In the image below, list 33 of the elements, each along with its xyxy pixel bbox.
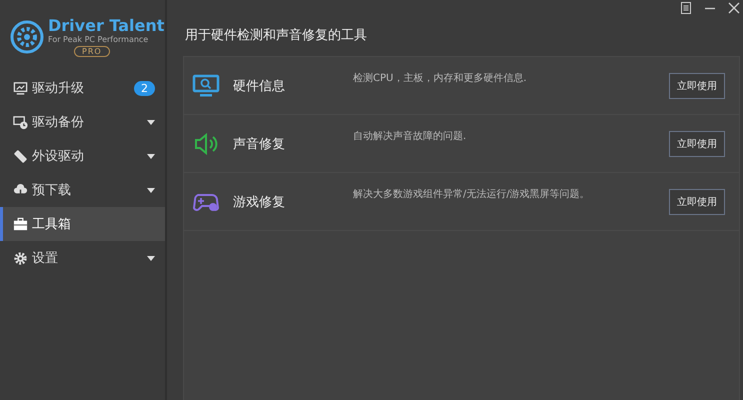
logo-title: Driver Talent [48, 17, 164, 35]
sidebar-item[interactable]: 驱动升级 2 [0, 71, 165, 105]
gear-logo-icon [10, 20, 44, 54]
menu-icon[interactable] [680, 2, 692, 14]
monitor-search-icon [192, 74, 220, 98]
sidebar-item[interactable]: 设置 [0, 241, 165, 275]
tool-description: 解决大多数游戏组件异常/无法运行/游戏黑屏等问题。 [353, 188, 591, 201]
tool-name: 游戏修复 [232, 194, 286, 210]
caret-icon[interactable] [147, 154, 155, 158]
use-now-button[interactable]: 立即使用 [669, 72, 725, 98]
use-now-button[interactable]: 立即使用 [669, 188, 725, 214]
tool-description: 检测CPU，主板，内存和更多硬件信息. [353, 72, 528, 85]
close-icon[interactable] [728, 2, 740, 14]
count-badge: 2 [134, 80, 155, 96]
caret-icon[interactable] [147, 256, 155, 260]
edition-badge: PRO [74, 46, 110, 57]
sidebar-item[interactable]: 工具箱 [0, 207, 165, 241]
page-heading: 用于硬件检测和声音修复的工具 [184, 27, 368, 45]
tool-name: 硬件信息 [232, 78, 286, 94]
logo-tagline: For Peak PC Performance [48, 35, 148, 45]
tool-name: 声音修复 [232, 136, 286, 152]
tool-description: 自动解决声音故障的问题. [353, 130, 468, 143]
sidebar-item[interactable]: 驱动备份 [0, 105, 165, 139]
use-now-button[interactable]: 立即使用 [669, 130, 725, 156]
caret-icon[interactable] [147, 188, 155, 192]
settings-icon [13, 250, 28, 266]
monitor-icon [13, 80, 28, 96]
monitor-clock-icon [13, 114, 28, 130]
sidebar-item[interactable]: 预下载 [0, 173, 165, 207]
caret-icon[interactable] [147, 120, 155, 124]
speaker-icon [192, 132, 220, 156]
sidebar-item[interactable]: 外设驱动 [0, 139, 165, 173]
toolbox-icon [13, 216, 28, 232]
